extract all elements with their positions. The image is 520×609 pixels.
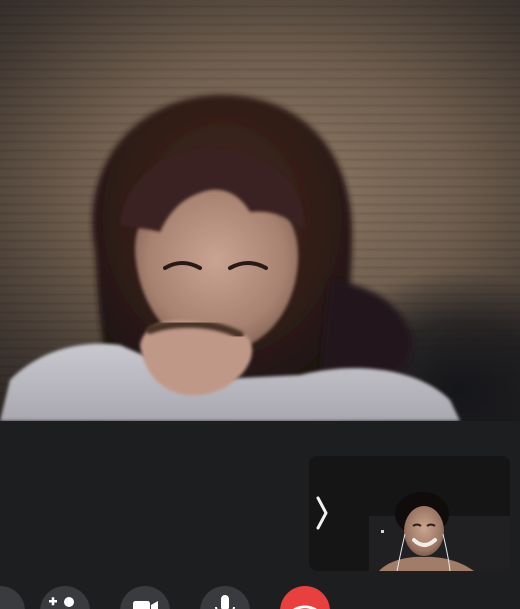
microphone-icon [215,595,235,609]
video-camera-icon [133,601,158,609]
add-person-button[interactable] [40,586,90,609]
microphone-toggle-button[interactable] [200,586,250,609]
remote-participant-image [0,94,460,421]
remote-video[interactable] [0,0,520,421]
video-call-screen [0,0,520,609]
chevron-right-icon[interactable] [312,494,332,532]
add-person-icon [49,597,74,607]
self-view-image [309,456,510,571]
self-view-thumbnail[interactable] [309,456,510,571]
phone-hangup-icon [293,605,317,609]
video-toggle-button[interactable] [120,586,170,609]
end-call-button[interactable] [280,586,330,609]
